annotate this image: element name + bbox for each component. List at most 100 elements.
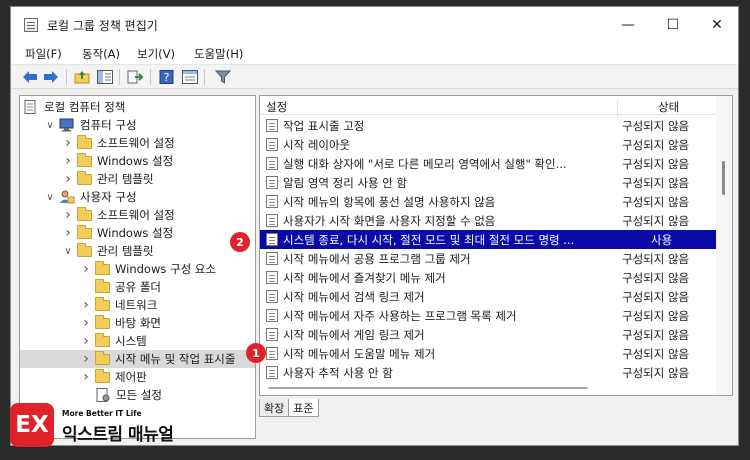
policy-setting-icon xyxy=(266,138,278,151)
svg-text:?: ? xyxy=(164,71,170,84)
chevron-right-icon[interactable]: › xyxy=(62,153,74,169)
menu-action[interactable]: 동작(A) xyxy=(82,46,120,62)
policy-row[interactable]: 작업 표시줄 고정 구성되지 않음 xyxy=(260,116,716,135)
policy-state: 구성되지 않음 xyxy=(622,252,690,266)
tree-item[interactable]: › Windows 설정 xyxy=(20,152,255,170)
menu-file[interactable]: 파일(F) xyxy=(25,46,62,62)
policy-row[interactable]: 시스템 종료, 다시 시작, 절전 모드 및 최대 절전 모드 명령 ... 사용 xyxy=(260,230,716,249)
tree-item[interactable]: ∨ 관리 템플릿 xyxy=(20,242,255,260)
tree-item-label: 사용자 구성 xyxy=(80,190,137,204)
chevron-down-icon[interactable]: ∨ xyxy=(62,246,74,257)
chevron-right-icon[interactable]: › xyxy=(80,369,92,385)
policy-state: 구성되지 않음 xyxy=(622,195,690,209)
policy-setting-icon xyxy=(266,290,278,303)
back-arrow-icon[interactable] xyxy=(21,68,39,86)
column-state-header[interactable]: 상태 xyxy=(658,99,679,115)
policy-row[interactable]: 사용자가 시작 화면을 사용자 지정할 수 없음 구성되지 않음 xyxy=(260,211,716,230)
vertical-scrollbar[interactable] xyxy=(716,96,732,395)
policy-row[interactable]: 시작 메뉴에서 즐겨찾기 메뉴 제거 구성되지 않음 xyxy=(260,268,716,287)
chevron-right-icon[interactable]: › xyxy=(62,171,74,187)
window-title: 로컬 그룹 정책 편집기 xyxy=(47,19,158,33)
policy-row[interactable]: 시작 레이아웃 구성되지 않음 xyxy=(260,135,716,154)
tree-item[interactable]: › 시작 메뉴 및 작업 표시줄 xyxy=(20,350,255,368)
chevron-right-icon[interactable]: › xyxy=(80,351,92,367)
toolbar-separator xyxy=(150,69,151,85)
chevron-right-icon[interactable]: › xyxy=(80,261,92,277)
properties-icon[interactable] xyxy=(181,68,199,86)
filter-icon[interactable] xyxy=(214,68,232,86)
settings-list-pane: 설정 상태 작업 표시줄 고정 구성되지 않음 시작 레이아웃 구성되지 않음 실행 대… xyxy=(259,95,733,396)
chevron-right-icon[interactable]: › xyxy=(62,225,74,241)
policy-row[interactable]: 시작 메뉴의 항목에 풍선 설명 사용하지 않음 구성되지 않음 xyxy=(260,192,716,211)
chevron-down-icon[interactable]: ∨ xyxy=(44,120,56,131)
folder-icon xyxy=(95,368,110,383)
tree-item[interactable]: › 소프트웨어 설정 xyxy=(20,206,255,224)
tree-item[interactable]: › 시스템 xyxy=(20,332,255,350)
tree-item-label: 모든 설정 xyxy=(116,388,162,402)
horizontal-scrollbar-thumb[interactable] xyxy=(268,387,588,389)
forward-arrow-icon[interactable] xyxy=(42,68,60,86)
tree-item[interactable]: ∨ 사용자 구성 xyxy=(20,188,255,206)
chevron-right-icon[interactable]: › xyxy=(80,297,92,313)
minimize-button[interactable]: — xyxy=(606,7,650,43)
chevron-down-icon[interactable]: ∨ xyxy=(44,192,56,203)
policy-row[interactable]: 시작 메뉴에서 도움말 메뉴 제거 구성되지 않음 xyxy=(260,344,716,363)
tree-item[interactable]: 모든 설정 xyxy=(20,386,255,404)
show-hide-tree-icon[interactable] xyxy=(96,68,114,86)
close-button[interactable]: ✕ xyxy=(695,7,738,43)
chevron-right-icon[interactable]: › xyxy=(80,315,92,331)
export-list-icon[interactable] xyxy=(126,68,144,86)
step-badge-2: 2 xyxy=(230,232,250,252)
policy-state: 구성되지 않음 xyxy=(622,138,690,152)
menu-help[interactable]: 도움말(H) xyxy=(194,46,243,62)
policy-row[interactable]: 알림 영역 정리 사용 안 함 구성되지 않음 xyxy=(260,173,716,192)
policy-setting-icon xyxy=(266,214,278,227)
tree-item[interactable]: › 관리 템플릿 xyxy=(20,170,255,188)
folder-icon xyxy=(77,152,92,167)
tree-item-label: 컴퓨터 구성 xyxy=(80,118,137,132)
tree-item-label: 네트워크 xyxy=(115,298,158,312)
tree-item[interactable]: ∨ 컴퓨터 구성 xyxy=(20,116,255,134)
menu-view[interactable]: 보기(V) xyxy=(137,46,175,62)
policy-row[interactable]: 시작 메뉴에서 게임 링크 제거 구성되지 않음 xyxy=(260,325,716,344)
horizontal-scrollbar[interactable] xyxy=(260,379,716,395)
chevron-right-icon[interactable]: › xyxy=(62,135,74,151)
tab-extended[interactable]: 확장 xyxy=(259,399,290,417)
tree-item[interactable]: › Windows 구성 요소 xyxy=(20,260,255,278)
tree-item[interactable]: 로컬 컴퓨터 정책 xyxy=(20,98,255,116)
policy-name: 시작 메뉴에서 자주 사용하는 프로그램 목록 제거 xyxy=(283,309,517,323)
policy-setting-icon xyxy=(266,157,278,170)
tree-item[interactable]: › 제어판 xyxy=(20,368,255,386)
folder-icon xyxy=(95,350,110,365)
tree-item[interactable]: › Windows 설정 xyxy=(20,224,255,242)
tree-item[interactable]: › 네트워크 xyxy=(20,296,255,314)
tree-item[interactable]: › 소프트웨어 설정 xyxy=(20,134,255,152)
policy-row[interactable]: 실행 대화 상자에 "서로 다른 메모리 영역에서 실행" 확인... 구성되지 … xyxy=(260,154,716,173)
folder-icon xyxy=(77,224,92,239)
step-badge-1: 1 xyxy=(246,343,266,363)
maximize-button[interactable]: ☐ xyxy=(651,7,695,43)
chevron-right-icon[interactable]: › xyxy=(62,207,74,223)
policy-setting-icon xyxy=(266,252,278,265)
tree-item-label: 공유 폴더 xyxy=(115,280,161,294)
chevron-right-icon[interactable]: › xyxy=(80,333,92,349)
policy-row[interactable]: 시작 메뉴에서 자주 사용하는 프로그램 목록 제거 구성되지 않음 xyxy=(260,306,716,325)
policy-state: 구성되지 않음 xyxy=(622,290,690,304)
policy-name: 사용자가 시작 화면을 사용자 지정할 수 없음 xyxy=(283,214,496,228)
policy-setting-icon xyxy=(266,271,278,284)
column-setting-header[interactable]: 설정 xyxy=(266,99,287,115)
policy-state: 구성되지 않음 xyxy=(622,119,690,133)
policy-name: 시작 메뉴에서 도움말 메뉴 제거 xyxy=(283,347,436,361)
tree-item-label: 바탕 화면 xyxy=(115,316,161,330)
tree-item[interactable]: 공유 폴더 xyxy=(20,278,255,296)
up-folder-icon[interactable] xyxy=(73,68,91,86)
tree-item[interactable]: › 바탕 화면 xyxy=(20,314,255,332)
policy-row[interactable]: 시작 메뉴에서 검색 링크 제거 구성되지 않음 xyxy=(260,287,716,306)
policy-setting-icon xyxy=(266,233,278,246)
tree-item-label: 소프트웨어 설정 xyxy=(97,208,175,222)
policy-row[interactable]: 시작 메뉴에서 공용 프로그램 그룹 제거 구성되지 않음 xyxy=(260,249,716,268)
tab-standard[interactable]: 표준 xyxy=(288,399,319,417)
help-icon[interactable]: ? xyxy=(158,68,176,86)
tree-item-label: 시스템 xyxy=(115,334,147,348)
vertical-scrollbar-thumb[interactable] xyxy=(722,161,725,195)
